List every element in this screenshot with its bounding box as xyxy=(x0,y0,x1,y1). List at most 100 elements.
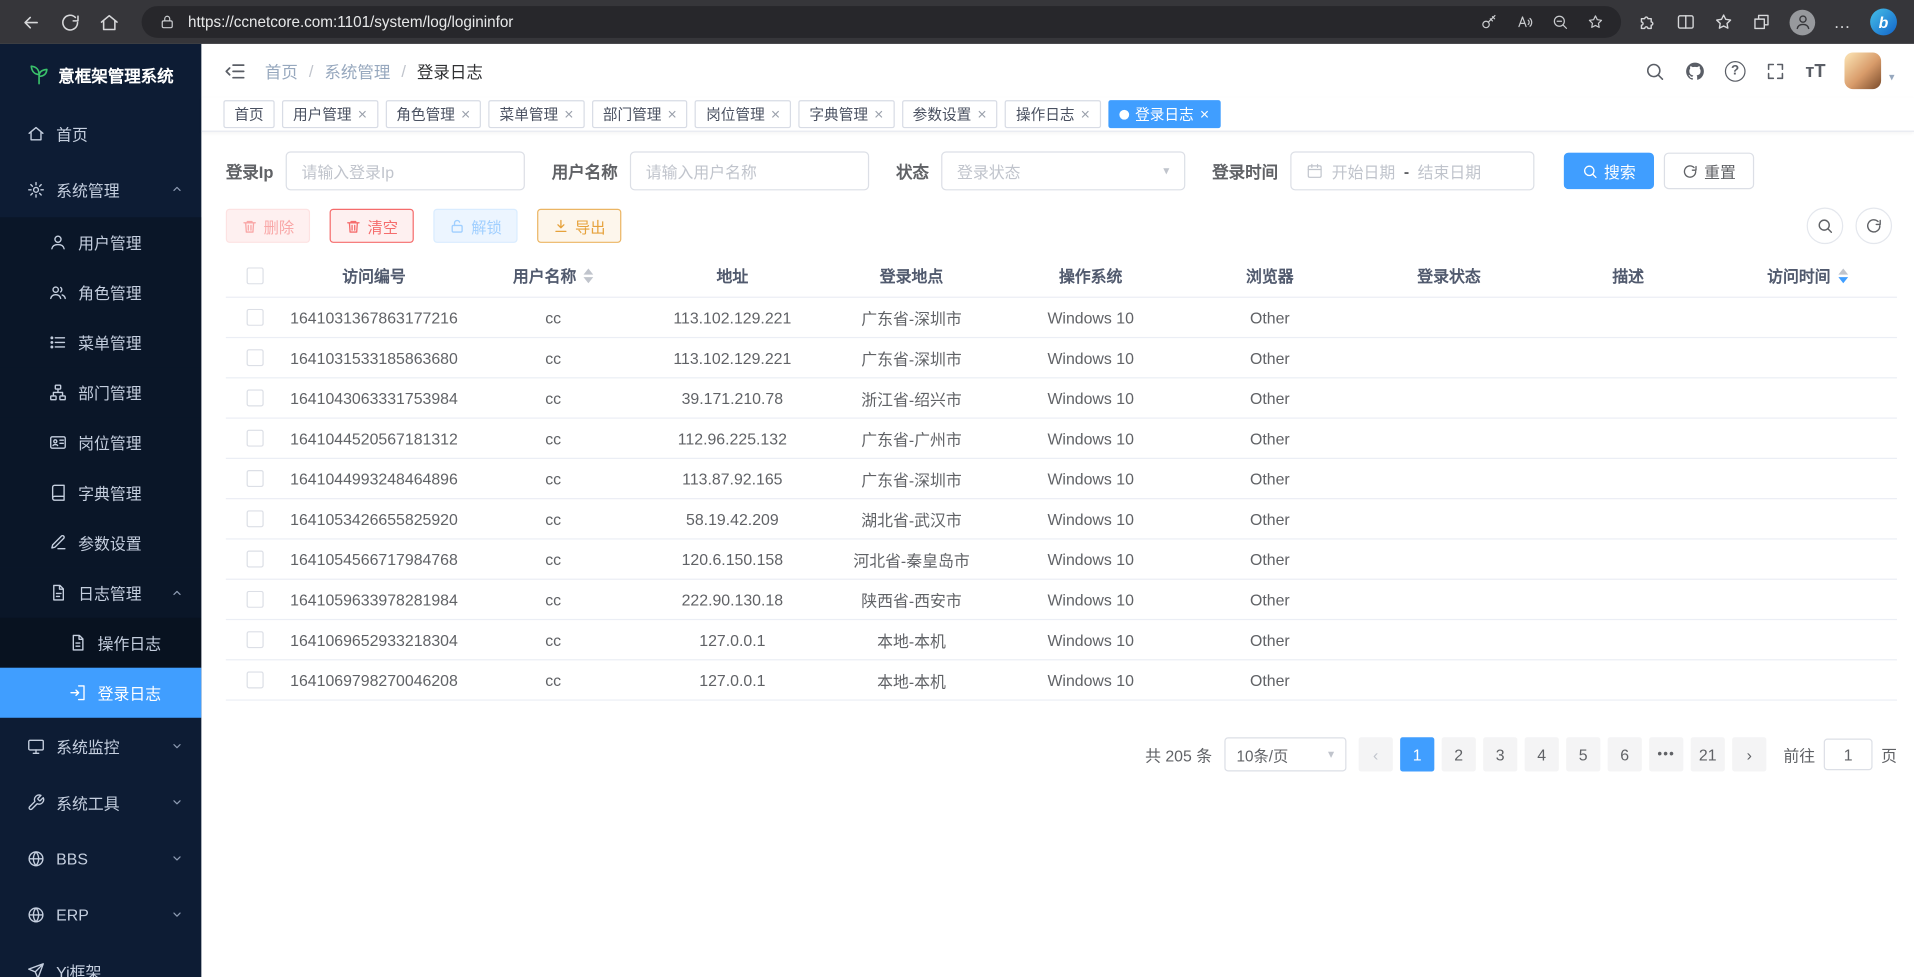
tab-item[interactable]: 参数设置× xyxy=(902,100,998,128)
next-page-button[interactable]: › xyxy=(1732,737,1766,771)
reload-button[interactable] xyxy=(51,5,88,39)
tab-item[interactable]: 部门管理× xyxy=(592,100,688,128)
tab-active[interactable]: 登录日志× xyxy=(1108,100,1220,128)
help-icon[interactable]: ? xyxy=(1725,60,1746,81)
row-checkbox[interactable] xyxy=(247,389,264,406)
column-header[interactable]: 用户名称 xyxy=(464,264,643,287)
zoom-out-icon[interactable] xyxy=(1552,13,1569,30)
tab-item[interactable]: 首页 xyxy=(223,100,274,128)
add-favorite-icon[interactable] xyxy=(1587,13,1604,30)
sidebar-item[interactable]: 菜单管理 xyxy=(0,317,201,367)
password-key-icon[interactable] xyxy=(1481,13,1498,30)
row-checkbox[interactable] xyxy=(247,510,264,527)
site-lock-icon[interactable] xyxy=(159,13,176,30)
sidebar-item[interactable]: 字典管理 xyxy=(0,468,201,518)
url-text[interactable]: https://ccnetcore.com:1101/system/log/lo… xyxy=(188,13,1469,30)
sort-caret[interactable] xyxy=(584,268,594,283)
user-avatar[interactable] xyxy=(1845,52,1882,89)
extensions-icon[interactable] xyxy=(1638,12,1658,32)
goto-page-input[interactable] xyxy=(1824,739,1873,771)
fullscreen-icon[interactable] xyxy=(1765,60,1786,81)
login-time-range-picker[interactable]: 开始日期 - 结束日期 xyxy=(1290,151,1534,190)
tab-item[interactable]: 用户管理× xyxy=(282,100,378,128)
bing-icon[interactable]: b xyxy=(1870,9,1897,36)
sidebar-item[interactable]: 参数设置 xyxy=(0,518,201,568)
tab-close-icon[interactable]: × xyxy=(1200,106,1209,122)
sidebar-item[interactable]: ERP xyxy=(0,886,201,942)
github-icon[interactable] xyxy=(1685,60,1706,81)
tab-item[interactable]: 岗位管理× xyxy=(695,100,791,128)
tab-item[interactable]: 菜单管理× xyxy=(489,100,585,128)
home-button[interactable] xyxy=(90,5,127,39)
collections-icon[interactable] xyxy=(1752,12,1772,32)
prev-page-button[interactable]: ‹ xyxy=(1359,737,1393,771)
tab-close-icon[interactable]: × xyxy=(461,106,470,122)
favorites-icon[interactable] xyxy=(1714,12,1734,32)
app-logo[interactable]: 意框架管理系统 xyxy=(0,44,201,105)
split-screen-icon[interactable] xyxy=(1676,12,1696,32)
search-button[interactable]: 搜索 xyxy=(1564,153,1654,190)
page-button[interactable]: 6 xyxy=(1608,737,1642,771)
page-button[interactable]: 1 xyxy=(1400,737,1434,771)
sidebar-item[interactable]: 岗位管理 xyxy=(0,417,201,467)
toggle-search-button[interactable] xyxy=(1807,208,1844,245)
login-ip-input[interactable]: 请输入登录Ip xyxy=(286,151,525,190)
more-pages-button[interactable]: ••• xyxy=(1649,737,1683,771)
export-button[interactable]: 导出 xyxy=(537,209,621,243)
unlock-button[interactable]: 解锁 xyxy=(433,209,517,243)
sidebar-item[interactable]: 日志管理 xyxy=(0,568,201,618)
page-size-select[interactable]: 10条/页▾ xyxy=(1224,737,1346,771)
tab-close-icon[interactable]: × xyxy=(668,106,677,122)
sidebar-toggle-icon[interactable] xyxy=(223,59,246,82)
row-checkbox[interactable] xyxy=(247,551,264,568)
read-aloud-icon[interactable] xyxy=(1516,13,1533,30)
status-select[interactable]: 登录状态▾ xyxy=(941,151,1185,190)
sidebar-item[interactable]: 首页 xyxy=(0,105,201,161)
delete-button[interactable]: 删除 xyxy=(226,209,310,243)
address-bar[interactable]: https://ccnetcore.com:1101/system/log/lo… xyxy=(142,6,1621,38)
page-button[interactable]: 21 xyxy=(1691,737,1725,771)
tab-close-icon[interactable]: × xyxy=(874,106,883,122)
sort-caret[interactable] xyxy=(1838,268,1848,283)
tab-close-icon[interactable]: × xyxy=(771,106,780,122)
row-checkbox[interactable] xyxy=(247,309,264,326)
column-header[interactable]: 访问时间 xyxy=(1718,264,1897,287)
refresh-table-button[interactable] xyxy=(1855,208,1892,245)
row-checkbox[interactable] xyxy=(247,591,264,608)
tab-close-icon[interactable]: × xyxy=(1081,106,1090,122)
row-checkbox[interactable] xyxy=(247,631,264,648)
sidebar-item[interactable]: 系统监控 xyxy=(0,718,201,774)
clear-button[interactable]: 清空 xyxy=(330,209,414,243)
avatar-caret-icon[interactable]: ▾ xyxy=(1889,71,1895,89)
font-size-icon[interactable]: тT xyxy=(1805,60,1825,81)
row-checkbox[interactable] xyxy=(247,430,264,447)
sidebar-item[interactable]: 用户管理 xyxy=(0,217,201,267)
header-search-icon[interactable] xyxy=(1644,60,1665,81)
start-date-placeholder[interactable]: 开始日期 xyxy=(1332,159,1395,182)
end-date-placeholder[interactable]: 结束日期 xyxy=(1418,159,1481,182)
sidebar-item[interactable]: BBS xyxy=(0,830,201,886)
row-checkbox[interactable] xyxy=(247,349,264,366)
page-button[interactable]: 2 xyxy=(1442,737,1476,771)
tab-close-icon[interactable]: × xyxy=(358,106,367,122)
sidebar-item[interactable]: 操作日志 xyxy=(0,618,201,668)
sidebar-item[interactable]: Yi框架 xyxy=(0,942,201,977)
page-button[interactable]: 5 xyxy=(1566,737,1600,771)
tab-close-icon[interactable]: × xyxy=(564,106,573,122)
browser-menu-icon[interactable]: … xyxy=(1833,16,1851,28)
page-button[interactable]: 3 xyxy=(1483,737,1517,771)
sidebar-item[interactable]: 部门管理 xyxy=(0,367,201,417)
row-checkbox[interactable] xyxy=(247,470,264,487)
username-input[interactable]: 请输入用户名称 xyxy=(630,151,869,190)
breadcrumb-item[interactable]: 首页 xyxy=(265,59,298,83)
sidebar-item[interactable]: 登录日志 xyxy=(0,668,201,718)
tab-item[interactable]: 操作日志× xyxy=(1005,100,1101,128)
tab-item[interactable]: 角色管理× xyxy=(385,100,481,128)
sidebar-item[interactable]: 系统工具 xyxy=(0,774,201,830)
tab-close-icon[interactable]: × xyxy=(977,106,986,122)
select-all-checkbox[interactable] xyxy=(247,267,264,284)
browser-profile-avatar[interactable] xyxy=(1790,9,1816,35)
back-button[interactable] xyxy=(12,5,49,39)
sidebar-item[interactable]: 系统管理 xyxy=(0,161,201,217)
sidebar-item[interactable]: 角色管理 xyxy=(0,267,201,317)
